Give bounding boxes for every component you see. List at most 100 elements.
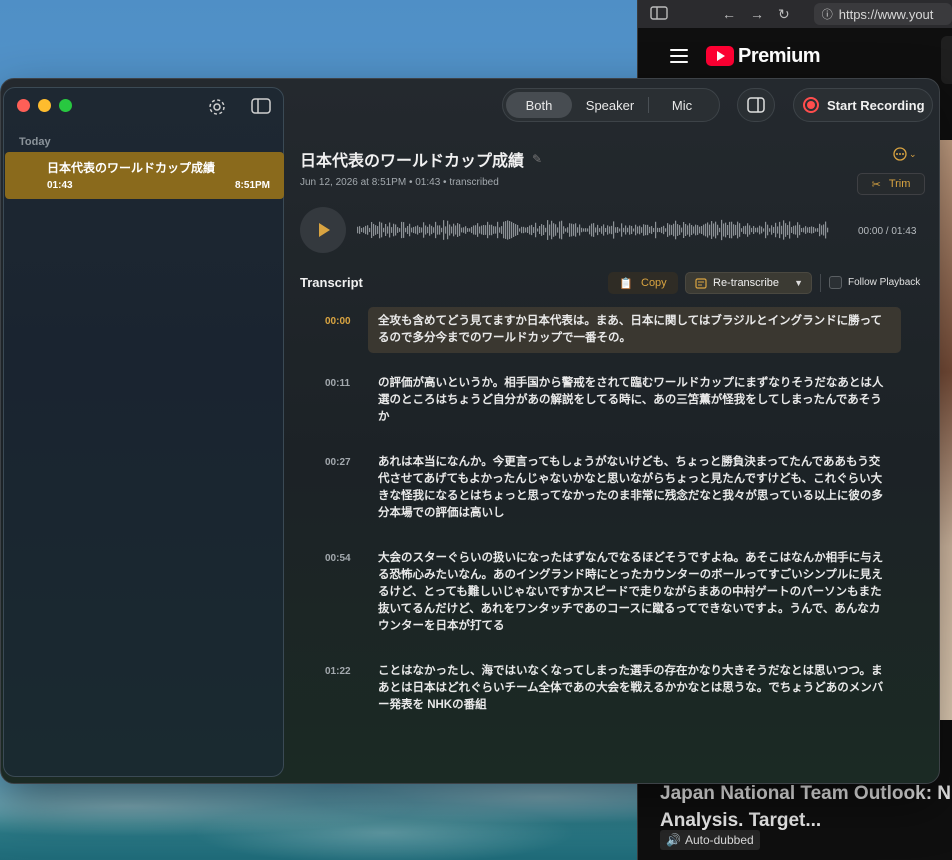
transcript-segment[interactable]: 01:22 ことはなかったし、海ではいなくなってしまった選手の存在かなり大きそう…	[319, 657, 901, 720]
segment-timestamp[interactable]: 00:11	[319, 369, 368, 432]
waveform-bar	[731, 221, 733, 239]
transcript-segment[interactable]: 00:11 の評価が高いというか。相手国から警戒をされて臨むワールドカップにまず…	[319, 369, 901, 432]
toolbar-divider	[820, 274, 821, 292]
start-recording-button[interactable]: Start Recording	[793, 88, 933, 122]
forward-icon[interactable]: →	[750, 6, 764, 22]
waveform-bar	[709, 224, 711, 236]
waveform-bar	[487, 221, 489, 239]
follow-playback-checkbox[interactable]	[829, 276, 842, 289]
play-button[interactable]	[300, 207, 346, 253]
waveform-bar	[361, 227, 363, 233]
recording-heading-text[interactable]: 日本代表のワールドカップ成績	[300, 147, 524, 171]
waveform-bar	[401, 221, 403, 239]
waveform-bar	[527, 227, 529, 233]
waveform-bar	[601, 226, 603, 234]
waveform-bar	[647, 224, 649, 236]
waveform-bar	[705, 223, 707, 237]
waveform-bar	[811, 226, 813, 234]
transcript-list: 00:00 全攻も含めてどう見てますか日本代表は。まあ、日本に関してはブラジルと…	[319, 307, 901, 736]
mode-speaker[interactable]: Speaker	[572, 92, 648, 118]
waveform-bar	[397, 227, 399, 233]
waveform-bar	[539, 225, 541, 235]
waveform-bar	[377, 226, 379, 234]
segment-text: ことはなかったし、海ではいなくなってしまった選手の存在かなり大きそうだなとは思い…	[378, 665, 884, 711]
waveform-bar	[657, 227, 659, 233]
waveform-bar	[795, 225, 797, 235]
waveform-bar	[783, 220, 785, 240]
sidebar-toggle-icon[interactable]	[650, 5, 668, 23]
waveform-bar	[519, 228, 521, 232]
waveform-bar	[739, 223, 741, 237]
toggle-inspector-button[interactable]	[737, 88, 775, 122]
segment-timestamp[interactable]: 00:27	[319, 448, 368, 528]
gear-icon[interactable]	[207, 97, 227, 115]
waveform-bar	[661, 226, 663, 234]
video-title[interactable]: Japan National Team Outlook: N Analysis.…	[660, 780, 952, 834]
waveform-bar	[373, 223, 375, 237]
waveform-bar	[721, 219, 723, 241]
waveform-bar	[475, 225, 477, 235]
waveform-bar	[675, 220, 677, 240]
reload-icon[interactable]: ↻	[778, 6, 790, 23]
trim-button[interactable]: ✂ Trim	[857, 173, 925, 195]
mode-mic[interactable]: Mic	[649, 92, 715, 118]
waveform-bar	[715, 221, 717, 239]
back-icon[interactable]: ←	[722, 6, 736, 22]
waveform-bar	[511, 221, 513, 239]
waveform-bar	[591, 223, 593, 237]
segment-timestamp[interactable]: 00:54	[319, 544, 368, 641]
waveform-scrubber[interactable]	[357, 215, 829, 245]
more-options-button[interactable]: ⌄	[893, 147, 917, 161]
waveform-bar	[699, 226, 701, 234]
follow-playback-toggle[interactable]: Follow Playback	[829, 276, 920, 289]
waveform-bar	[679, 225, 681, 235]
search-button[interactable]	[941, 36, 952, 84]
waveform-bar	[609, 226, 611, 234]
minimize-window-button[interactable]	[38, 99, 51, 112]
waveform-bar	[775, 222, 777, 238]
waveform-bar	[599, 228, 601, 232]
waveform-bar	[745, 225, 747, 235]
transcript-segment[interactable]: 00:54 大会のスターぐらいの扱いになったはずなんでなるほどそうですよね。あそ…	[319, 544, 901, 641]
waveform-bar	[433, 227, 435, 233]
waveform-bar	[673, 223, 675, 237]
waveform-bar	[479, 226, 481, 234]
waveform-bar	[477, 223, 479, 237]
waveform-bar	[655, 221, 657, 239]
sidebar-toggle-icon[interactable]	[251, 97, 271, 115]
waveform-bar	[711, 221, 713, 239]
close-window-button[interactable]	[17, 99, 30, 112]
segment-text: あれは本当になんか。今更言ってもしょうがないけども、ちょっと勝負決まってたんであ…	[378, 456, 883, 519]
edit-title-icon[interactable]: ✎	[532, 152, 542, 166]
recording-list-item[interactable]: 日本代表のワールドカップ成績 01:43 8:51PM	[5, 152, 284, 199]
site-info-icon[interactable]: ⓘ	[822, 6, 833, 22]
waveform-bar	[533, 227, 535, 233]
waveform-bar	[427, 226, 429, 234]
waveform-bar	[771, 225, 773, 235]
waveform-bar	[523, 226, 525, 234]
segment-timestamp[interactable]: 01:22	[319, 657, 368, 720]
waveform-bar	[565, 228, 567, 232]
waveform-bar	[469, 228, 471, 232]
menu-icon[interactable]	[670, 49, 688, 63]
waveform-bar	[463, 227, 465, 233]
playback-time: 00:00 / 01:43	[858, 226, 917, 237]
waveform-bar	[359, 226, 361, 234]
transcript-segment[interactable]: 00:27 あれは本当になんか。今更言ってもしょうがないけども、ちょっと勝負決ま…	[319, 448, 901, 528]
mode-both[interactable]: Both	[506, 92, 572, 118]
transcript-segment[interactable]: 00:00 全攻も含めてどう見てますか日本代表は。まあ、日本に関してはブラジルと…	[319, 307, 901, 353]
address-bar[interactable]: ⓘ https://www.yout	[813, 3, 952, 25]
waveform-bar	[573, 224, 575, 236]
section-label-today: Today	[19, 136, 51, 148]
retranscribe-menu-button[interactable]: Re-transcribe ▼	[685, 272, 812, 294]
zoom-window-button[interactable]	[59, 99, 72, 112]
waveform-bar	[701, 226, 703, 234]
copy-button[interactable]: 📋 Copy	[608, 272, 678, 294]
waveform-bar	[381, 222, 383, 238]
retranscribe-icon	[695, 277, 707, 289]
youtube-logo[interactable]: Premium	[706, 45, 821, 68]
segment-text: 大会のスターぐらいの扱いになったはずなんでなるほどそうですよね。あそこはなんか相…	[378, 552, 884, 632]
waveform-bar	[787, 225, 789, 235]
waveform-bar	[451, 226, 453, 234]
segment-timestamp[interactable]: 00:00	[319, 307, 368, 353]
